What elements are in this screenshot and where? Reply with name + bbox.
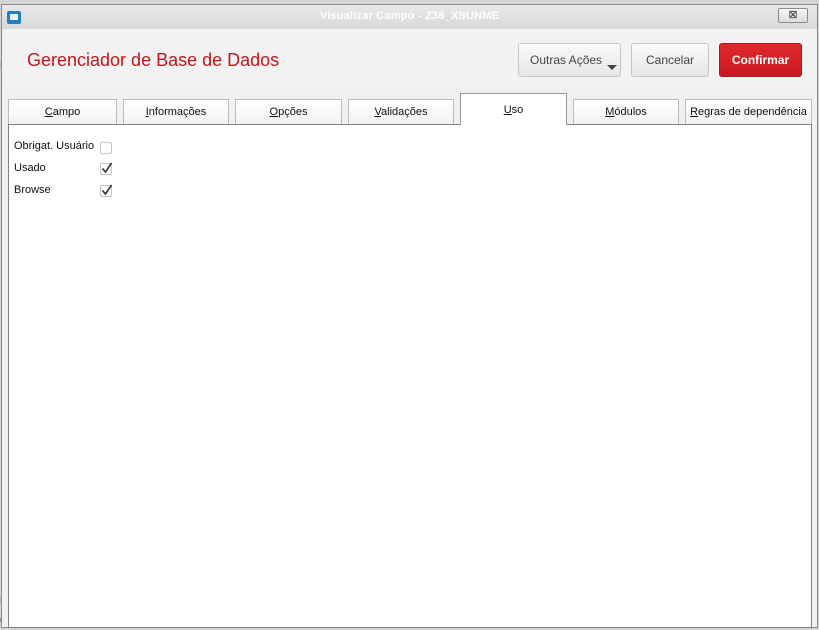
title-bar[interactable]: Visualizar Campo - Z38_XSUNME ⊠ (2, 5, 817, 29)
tab-label: nformações (148, 106, 207, 118)
tab-mnemonic: O (269, 106, 279, 118)
tab-mnemonic: R (690, 106, 699, 118)
tab-label: ampo (52, 106, 81, 118)
dialog-header: Gerenciador de Base de Dados Outras Açõe… (6, 30, 814, 88)
field-label-usado: Usado (14, 162, 46, 174)
close-button[interactable]: ⊠ (778, 8, 808, 23)
dialog-window: Visualizar Campo - Z38_XSUNME ⊠ Gerencia… (1, 4, 818, 628)
tab-label: pções (278, 106, 308, 118)
cancel-button[interactable]: Cancelar (631, 43, 709, 77)
confirm-button[interactable]: Confirmar (719, 43, 802, 77)
tab-modulos[interactable]: Módulos (573, 99, 679, 124)
tab-label: alidações (381, 106, 428, 118)
tab-panel-uso: Obrigat. Usuário Usado Browse (8, 124, 812, 628)
tab-bar: Campo Informações Opções Validações Uso … (6, 92, 814, 125)
tab-mnemonic: M (605, 106, 615, 118)
tab-informacoes[interactable]: Informações (123, 99, 229, 124)
tab-mnemonic: C (44, 106, 53, 118)
tab-opcoes[interactable]: Opções (235, 99, 342, 124)
page-title: Gerenciador de Base de Dados (27, 50, 280, 70)
field-label-obrigat-usuario: Obrigat. Usuário (14, 140, 95, 152)
tab-label: ódulos (614, 106, 647, 118)
tab-label: egras de dependência (698, 106, 807, 118)
checkmark-icon (101, 162, 113, 174)
more-actions-button[interactable]: Outras Ações (518, 43, 621, 77)
tab-uso[interactable]: Uso (460, 93, 567, 125)
field-label-browse: Browse (14, 184, 51, 196)
tab-validacoes[interactable]: Validações (348, 99, 454, 124)
window-title: Visualizar Campo - Z38_XSUNME (319, 10, 500, 22)
checkmark-icon (101, 184, 113, 196)
tab-regras-de-dependencia[interactable]: Regras de dependência (685, 99, 812, 124)
more-actions-label: Outras Ações (530, 53, 603, 67)
tab-mnemonic: U (503, 104, 512, 116)
tab-campo[interactable]: Campo (8, 99, 117, 124)
obrigat-usuario-checkbox[interactable] (100, 142, 112, 154)
close-icon: ⊠ (788, 9, 798, 21)
tab-label: so (511, 104, 524, 116)
browse-checkbox[interactable] (100, 184, 113, 197)
caret-down-icon (607, 65, 617, 70)
usado-checkbox[interactable] (100, 162, 113, 175)
